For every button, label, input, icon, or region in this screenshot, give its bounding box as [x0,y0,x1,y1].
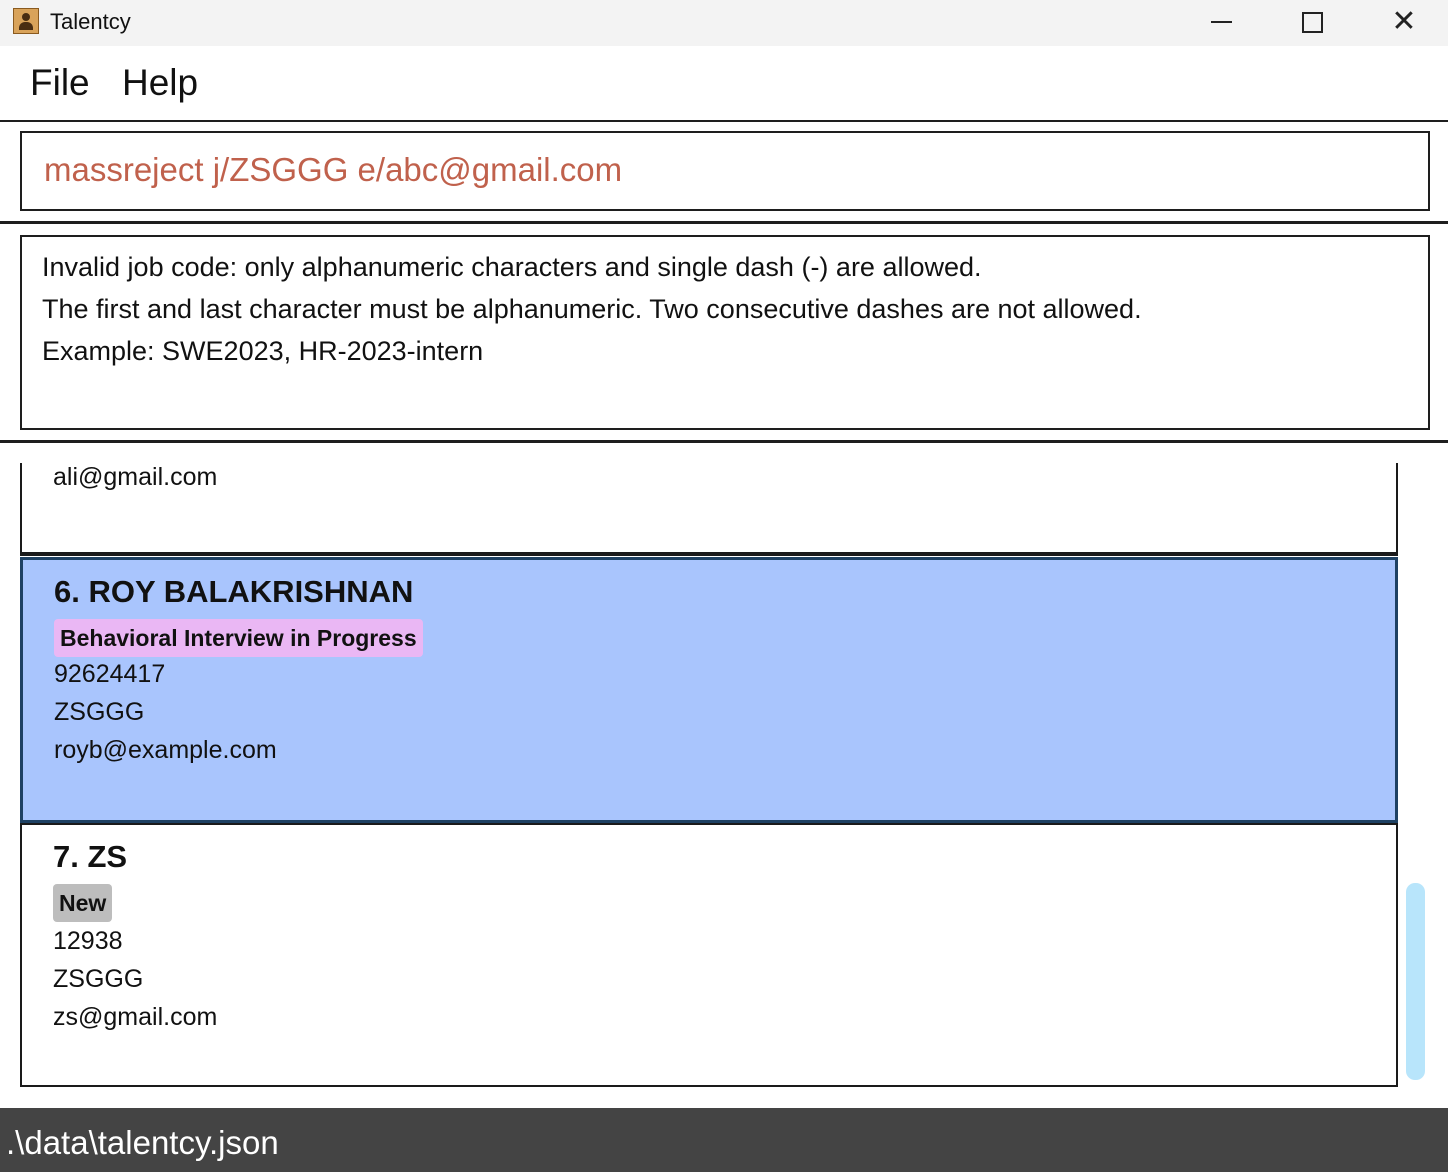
applicant-card-selected[interactable]: 6. ROY BALAKRISHNAN Behavioral Interview… [20,557,1398,823]
applicant-email: ali@gmail.com [53,463,218,491]
applicant-card[interactable]: 7. ZS New 12938 ZSGGG zs@gmail.com [20,823,1398,1087]
result-line: The first and last character must be alp… [42,294,1142,324]
data-file-path: .\data\talentcy.json [6,1124,279,1161]
status-badge: New [53,884,113,922]
applicant-phone: 92624417 [54,660,166,688]
close-icon: ✕ [1391,5,1417,38]
divider [0,440,1448,443]
scrollbar-thumb[interactable] [1406,883,1425,1080]
app-user-icon [13,8,39,34]
applicant-job-code: ZSGGG [54,698,145,726]
title-bar: Talentcy ✕ [0,0,1448,46]
command-input[interactable]: massreject j/ZSGGG e/abc@gmail.com [44,151,622,189]
status-badge: Behavioral Interview in Progress [54,619,423,657]
menu-bar: File Help [0,48,1448,122]
minimize-button[interactable] [1175,0,1267,44]
applicant-job-code: ZSGGG [53,965,144,993]
applicant-card[interactable]: ali@gmail.com [20,463,1398,556]
applicant-phone: 12938 [53,927,123,955]
window-title: Talentcy [50,9,131,34]
divider [0,221,1448,224]
result-line: Example: SWE2023, HR-2023-intern [42,336,484,366]
result-line: Invalid job code: only alphanumeric char… [42,252,982,282]
close-button[interactable]: ✕ [1358,0,1448,44]
maximize-icon [1301,11,1323,33]
minimize-icon [1210,21,1232,23]
result-display: Invalid job code: only alphanumeric char… [20,235,1430,430]
command-box[interactable]: massreject j/ZSGGG e/abc@gmail.com [20,131,1430,211]
status-bar: .\data\talentcy.json [0,1108,1448,1172]
applicant-list[interactable]: ali@gmail.com 6. ROY BALAKRISHNAN Behavi… [0,463,1448,1090]
applicant-name: 6. ROY BALAKRISHNAN [54,574,414,609]
applicant-email: zs@gmail.com [53,1003,218,1031]
applicant-email: royb@example.com [54,736,277,764]
maximize-button[interactable] [1266,0,1358,44]
menu-file[interactable]: File [30,62,90,104]
applicant-name: 7. ZS [53,839,128,874]
menu-help[interactable]: Help [122,62,198,104]
